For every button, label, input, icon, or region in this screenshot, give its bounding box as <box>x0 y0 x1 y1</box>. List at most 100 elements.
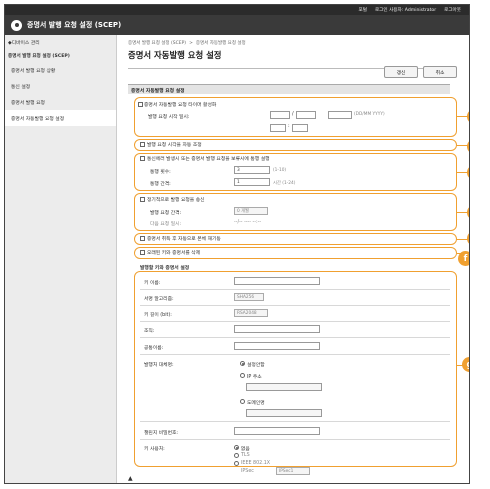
usage-8021x-radio[interactable] <box>234 461 239 466</box>
badge-g: g <box>462 357 469 372</box>
usage-none-label: 없음 <box>241 447 250 452</box>
subject-alt-domain-input[interactable] <box>246 409 322 417</box>
key-name-input[interactable] <box>234 277 320 285</box>
retry-checkbox[interactable] <box>140 156 145 161</box>
start-minute-input[interactable] <box>292 124 308 132</box>
organization-input[interactable] <box>234 325 320 333</box>
start-year-input[interactable] <box>328 111 352 119</box>
usage-8021x-label: IEEE 802.1X <box>241 461 271 466</box>
start-day-input[interactable] <box>270 111 290 119</box>
challenge-password-label: 챌린지 비밀번호: <box>144 431 179 436</box>
group-g-box <box>134 271 457 467</box>
sig-algo-select[interactable]: SHA256 <box>234 293 264 301</box>
delete-old-label: 오래된 키와 증명서를 삭제 <box>147 251 201 256</box>
main-content: 증명서 발행 요청 설정 (SCEP) > 증명서 자동발행 요청 설정 증명서 자… <box>118 35 469 483</box>
retry-interval-unit: 시간 (1-24) <box>273 181 296 186</box>
auto-restart-label: 증명서 취득 후 자동으로 본체 재기동 <box>147 237 221 242</box>
logout-link[interactable]: 로그아웃 <box>444 7 461 13</box>
retry-count-input[interactable]: 3 <box>234 166 270 174</box>
time-separator: : <box>288 124 290 129</box>
row-divider-4 <box>140 337 450 338</box>
usage-ipsec-label: IPSec <box>241 469 254 474</box>
row-divider-6 <box>140 421 450 422</box>
badge-b: b <box>467 139 469 154</box>
periodic-interval-label: 발행 요청 간격: <box>150 211 182 216</box>
date-separator: / <box>292 112 294 117</box>
badge-f: f <box>458 251 469 266</box>
logged-in-user: 로그인 사용자: Administrator <box>374 8 437 13</box>
auto-request-section-header: 증명서 자동발행 요청 설정 <box>128 84 450 94</box>
scroll-to-top-icon[interactable]: ▲ <box>128 475 133 482</box>
action-buttons: 갱신 취소 <box>384 66 457 78</box>
title-bar: 증명서 발행 요청 설정 (SCEP) <box>5 15 469 35</box>
subject-alt-ip-radio[interactable] <box>240 373 245 378</box>
sidebar-back-link[interactable]: ◆디바이스 관리 <box>5 35 116 50</box>
sidebar: ◆디바이스 관리 증명서 발행 요청 설정 (SCEP) 증명서 발행 요청 상… <box>5 35 117 483</box>
key-length-select[interactable]: RSA2048 <box>234 309 268 317</box>
badge-c: c <box>467 165 469 180</box>
breadcrumb-parent[interactable]: 증명서 발행 요청 설정 (SCEP) <box>128 41 186 46</box>
sidebar-item-auto-request[interactable]: 증명서 자동발행 요청 설정 <box>5 110 116 126</box>
sidebar-section-title: 증명서 발행 요청 설정 (SCEP) <box>8 54 70 59</box>
subject-alt-label: 발행처 대체명: <box>144 363 174 368</box>
row-divider-1 <box>140 289 450 290</box>
row-divider-3 <box>140 321 450 322</box>
subject-alt-none-radio[interactable] <box>240 361 245 366</box>
subject-alt-domain-label: 도메인명 <box>247 401 265 406</box>
key-usage-label: 키 사용처: <box>144 447 165 452</box>
breadcrumb: 증명서 발행 요청 설정 (SCEP) > 증명서 자동발행 요청 설정 <box>128 41 246 46</box>
start-month-input[interactable] <box>296 111 316 119</box>
retry-count-label: 통행 횟수: <box>150 170 171 175</box>
usage-tls-label: TLS <box>241 453 250 458</box>
periodic-label: 정기적으로 발행 요청을 송신 <box>147 198 205 203</box>
sidebar-item-request-status[interactable]: 증명서 발행 요청 상황 <box>5 62 116 78</box>
next-time-label: 다음 요청 일시: <box>150 222 182 227</box>
retry-label: 통신에러 발생시 또는 증명서 발행 요청을 보류시에 통행 설행 <box>147 157 270 162</box>
update-button[interactable]: 갱신 <box>384 66 418 78</box>
badge-e: e <box>467 231 469 246</box>
enable-timer-checkbox[interactable] <box>138 102 143 107</box>
badge-a: a <box>467 109 469 124</box>
top-bar: 포털 로그인 사용자: Administrator 로그아웃 <box>5 5 469 15</box>
cancel-button[interactable]: 취소 <box>423 66 457 78</box>
key-cert-section-header: 발행할 키와 증명서 설정 <box>140 266 190 271</box>
portal-link[interactable]: 포털 <box>358 7 366 13</box>
subject-alt-ip-input[interactable] <box>246 383 322 391</box>
usage-none-radio[interactable] <box>234 445 239 450</box>
auto-adjust-label: 발행 요청 시각을 자동 조정 <box>147 143 202 148</box>
start-time-label: 발행 요청 시작 일시: <box>148 115 190 120</box>
sidebar-item-comm-settings[interactable]: 통신 설정 <box>5 78 116 94</box>
delete-old-checkbox[interactable] <box>140 250 145 255</box>
auto-adjust-checkbox[interactable] <box>140 142 145 147</box>
retry-interval-input[interactable]: 1 <box>234 178 270 186</box>
periodic-interval-select[interactable]: 0 개월 <box>234 207 268 215</box>
ipsec-select[interactable]: IPSec1 <box>276 467 310 475</box>
badge-d: d <box>467 205 469 220</box>
auto-restart-checkbox[interactable] <box>140 236 145 241</box>
retry-interval-label: 통행 간격: <box>150 182 171 187</box>
key-name-label: 키 이름: <box>144 281 161 286</box>
page-title: 증명서 자동발행 요청 설정 <box>128 50 222 60</box>
organization-label: 조직: <box>144 329 155 334</box>
browser-frame: 포털 로그인 사용자: Administrator 로그아웃 증명서 발행 요청… <box>4 4 470 484</box>
row-divider-5 <box>140 354 450 355</box>
common-name-input[interactable] <box>234 342 320 350</box>
key-length-label: 키 길이 (bit): <box>144 313 172 318</box>
subject-alt-ip-label: IP 주소 <box>247 375 262 380</box>
next-time-value: --/-- ---- --:-- <box>234 220 262 225</box>
row-divider-2 <box>140 305 450 306</box>
breadcrumb-current: 증명서 자동발행 요청 설정 <box>195 41 246 46</box>
window-title: 증명서 발행 요청 설정 (SCEP) <box>27 21 122 29</box>
row-divider-7 <box>140 439 450 440</box>
enable-timer-label: 증명서 자동발행 요청 타이머 활성화 <box>144 103 217 108</box>
start-hour-input[interactable] <box>270 124 286 132</box>
subject-alt-none-label: 설정안함 <box>247 363 265 368</box>
settings-gear-icon <box>11 19 22 31</box>
date-format-hint: (DD/MM YYYY) <box>354 112 385 117</box>
periodic-checkbox[interactable] <box>140 197 145 202</box>
usage-tls-radio[interactable] <box>234 453 239 458</box>
sidebar-item-cert-request[interactable]: 증명서 발행 요청 <box>5 94 116 110</box>
challenge-password-input[interactable] <box>234 427 320 435</box>
subject-alt-domain-radio[interactable] <box>240 399 245 404</box>
sig-algo-label: 서명 알고리즘: <box>144 297 174 302</box>
